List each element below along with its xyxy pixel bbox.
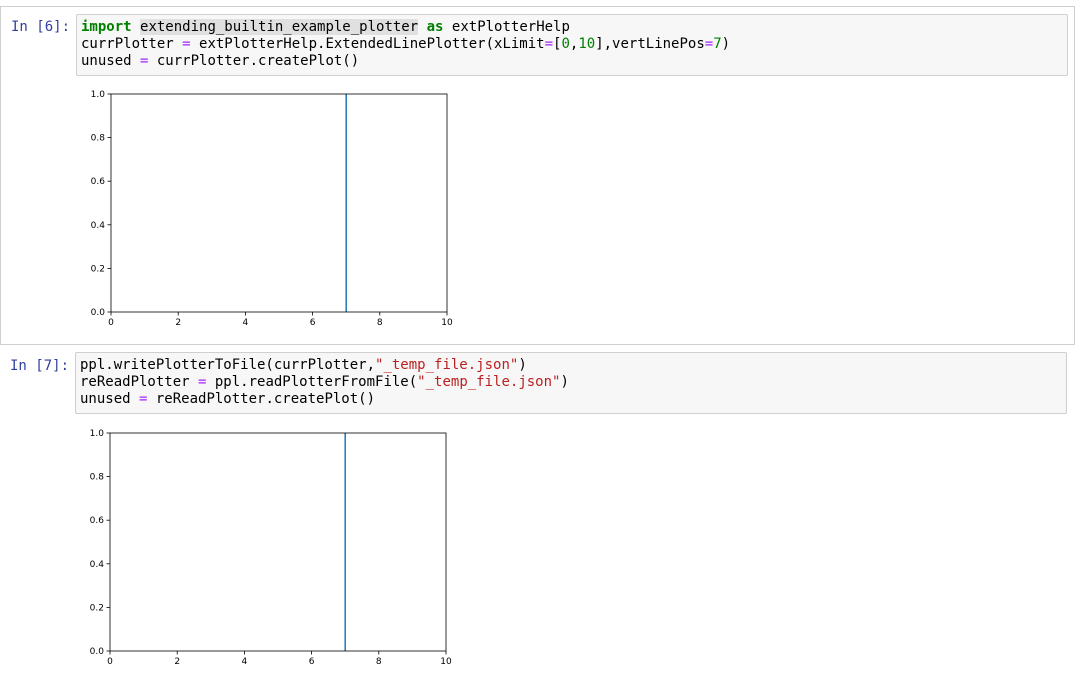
x-tick-label: 0: [107, 657, 113, 666]
y-tick-label: 0.0: [91, 308, 106, 318]
cell-prompt: In [7]:: [10, 358, 70, 374]
code-cell-7[interactable]: In [7]: ppl.writePlotterToFile(currPlott…: [0, 346, 1075, 674]
y-tick-label: 0.4: [91, 221, 106, 231]
code-line: import extending_builtin_example_plotter…: [81, 19, 570, 35]
code-line: unused = currPlotter.createPlot(): [81, 53, 360, 69]
x-tick-label: 0: [108, 318, 114, 327]
x-tick-label: 10: [440, 657, 452, 666]
y-tick-label: 1.0: [90, 429, 105, 439]
y-tick-label: 0.6: [90, 516, 105, 526]
y-tick-label: 0.0: [90, 647, 105, 657]
code-input[interactable]: ppl.writePlotterToFile(currPlotter,"_tem…: [75, 352, 1067, 414]
x-tick-label: 6: [310, 318, 316, 327]
axes-frame: [110, 93, 448, 313]
y-tick-label: 0.8: [91, 134, 106, 144]
output-plot: 0.0 0.2 0.4 0.6 0.8 1.0 0 2 4 6 8 10: [90, 429, 452, 666]
y-tick-label: 0.4: [90, 560, 105, 570]
code-cell-6[interactable]: In [6]: import extending_builtin_example…: [0, 6, 1075, 345]
y-tick-label: 0.2: [90, 603, 104, 613]
x-tick-label: 2: [174, 657, 180, 666]
code-line: reReadPlotter = ppl.readPlotterFromFile(…: [80, 374, 569, 390]
y-tick-label: 1.0: [91, 90, 106, 100]
cell-prompt: In [6]:: [11, 19, 71, 35]
code-line: currPlotter = extPlotterHelp.ExtendedLin…: [81, 36, 731, 52]
x-tick-label: 4: [243, 318, 249, 327]
y-tick-label: 0.8: [90, 473, 105, 483]
output-plot: 0.0 0.2 0.4 0.6 0.8 1.0 0 2 4 6 8 10: [91, 90, 453, 327]
y-tick-label: 0.2: [91, 264, 105, 274]
x-tick-label: 6: [309, 657, 315, 666]
x-tick-label: 8: [376, 657, 382, 666]
x-tick-label: 2: [175, 318, 181, 327]
code-line: ppl.writePlotterToFile(currPlotter,"_tem…: [80, 357, 527, 373]
x-tick-label: 10: [441, 318, 453, 327]
x-tick-label: 4: [242, 657, 248, 666]
code-line: unused = reReadPlotter.createPlot(): [80, 391, 376, 407]
axes-frame: [109, 432, 447, 652]
x-tick-label: 8: [377, 318, 383, 327]
code-input[interactable]: import extending_builtin_example_plotter…: [76, 14, 1068, 76]
y-tick-label: 0.6: [91, 177, 106, 187]
